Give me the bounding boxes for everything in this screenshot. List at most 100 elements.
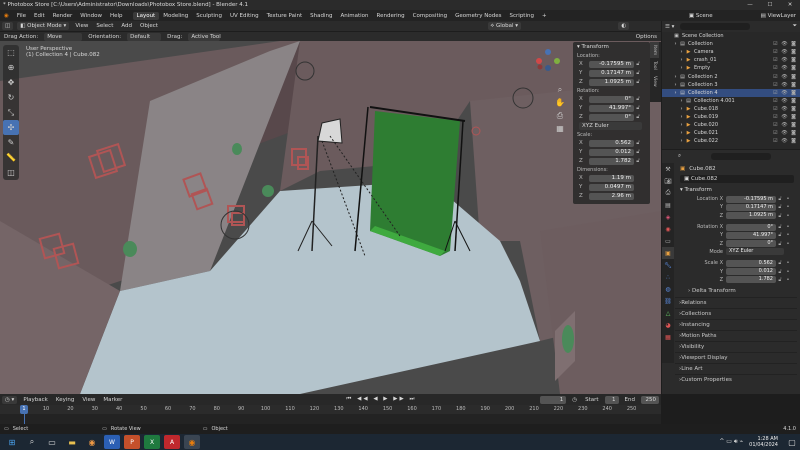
visibility-toggle-icons[interactable]: ☑ 👁︎ ◙ — [773, 74, 800, 80]
scene-tab-icon[interactable]: ◈ — [662, 211, 674, 223]
workspace-tab-sculpting[interactable]: Sculpting — [192, 12, 226, 20]
select-box-tool-icon[interactable]: ⬚ — [3, 45, 19, 60]
workspace-tab-modeling[interactable]: Modeling — [159, 12, 192, 20]
prop-scale-y-value[interactable]: 0.012 — [726, 268, 776, 276]
menu-edit[interactable]: Edit — [30, 13, 49, 19]
rotation-y-value[interactable]: 41.997° — [589, 104, 634, 112]
prop-rotation-y-value[interactable]: 41.997° — [726, 231, 776, 239]
location-z-value[interactable]: 1.0925 m — [589, 78, 634, 86]
prop-scale-z-value[interactable]: 1.782 — [726, 276, 776, 284]
tool-tab-icon[interactable]: ⚒ — [662, 163, 674, 175]
stopwatch-icon[interactable]: ◷ — [568, 397, 581, 403]
outliner-row[interactable]: › ▤ Collection ☑ 👁︎ ◙ — [662, 40, 800, 48]
annotate-tool-icon[interactable]: ✎ — [3, 135, 19, 150]
lock-icon[interactable]: 🔓︎ — [634, 149, 642, 156]
npanel-location-x[interactable]: X -0.17595 m 🔓︎ — [579, 60, 642, 68]
visibility-toggle-icons[interactable]: ☑ 👁︎ ◙ — [773, 106, 800, 112]
prop-rotation-z-value[interactable]: 0° — [726, 240, 776, 248]
location-y-value[interactable]: 0.17147 m — [589, 69, 634, 77]
workspace-tab-texture-paint[interactable]: Texture Paint — [263, 12, 307, 20]
constraints-tab-icon[interactable]: ⛓︎ — [662, 295, 674, 307]
prop-location-x-value[interactable]: -0.17595 m — [726, 195, 776, 203]
prop-location-y[interactable]: Y 0.17147 m 🔓︎ • — [674, 203, 800, 211]
rotation-mode-dropdown[interactable]: XYZ Euler — [726, 248, 784, 256]
workspace-tab-scripting[interactable]: Scripting — [506, 12, 538, 20]
move-tool-icon[interactable]: ✥ — [3, 75, 19, 90]
close-icon[interactable]: ✕ — [780, 2, 800, 8]
lock-icon[interactable]: 🔓︎ — [634, 158, 642, 165]
task-view-icon[interactable]: ▭ — [44, 435, 60, 449]
prop-location-y-value[interactable]: 0.17147 m — [726, 203, 776, 211]
prop-rotation-mode[interactable]: Mode XYZ Euler — [674, 248, 800, 256]
perspective-toggle-icon[interactable]: ▦ — [554, 122, 566, 135]
disclosure-chevron-icon[interactable]: › — [672, 74, 679, 80]
keyframe-dot-icon[interactable]: • — [784, 269, 792, 275]
keyframe-dot-icon[interactable]: • — [784, 196, 792, 202]
add-cube-tool-icon[interactable]: ◫ — [3, 165, 19, 180]
outliner-row[interactable]: › ▶ Cube.019 ☑ 👁︎ ◙ — [662, 113, 800, 121]
properties-section-header[interactable]: › Custom Properties — [675, 373, 797, 385]
workspace-tab-rendering[interactable]: Rendering — [373, 12, 409, 20]
lock-icon[interactable]: 🔓︎ — [634, 105, 642, 112]
menu-file[interactable]: File — [13, 13, 30, 19]
camera-view-icon[interactable]: ⎙ — [554, 109, 566, 122]
npanel-rotation-z[interactable]: Z 0° 🔓︎ — [579, 113, 642, 121]
sidebar-tab-item[interactable]: Item — [650, 42, 659, 59]
scale-x-value[interactable]: 0.562 — [589, 139, 634, 147]
lock-icon[interactable]: 🔓︎ — [776, 196, 784, 202]
lock-icon[interactable]: 🔓︎ — [776, 277, 784, 283]
prop-rotation-x-value[interactable]: 0° — [726, 223, 776, 231]
disclosure-chevron-icon[interactable]: › — [678, 106, 685, 112]
disclosure-chevron-icon[interactable]: › — [678, 98, 685, 104]
outliner-row[interactable]: › ▤ Collection 2 ☑ 👁︎ ◙ — [662, 72, 800, 80]
properties-section-header[interactable]: › Relations — [675, 296, 797, 308]
outliner-row[interactable]: ▣ Scene Collection — [662, 32, 800, 40]
properties-section-header[interactable]: › Visibility — [675, 340, 797, 352]
keyframe-dot-icon[interactable]: • — [784, 224, 792, 230]
visibility-toggle-icons[interactable]: ☑ 👁︎ ◙ — [773, 49, 800, 55]
outliner-row[interactable]: › ▶ Camera ☑ 👁︎ ◙ — [662, 48, 800, 56]
options-menu[interactable]: Options — [632, 34, 661, 40]
timeline-editor-type-icon[interactable]: ◷ ▾ — [2, 395, 18, 404]
add-menu[interactable]: Add — [117, 23, 136, 29]
lock-icon[interactable]: 🔓︎ — [634, 96, 642, 103]
scale-z-value[interactable]: 1.782 — [589, 157, 634, 165]
output-tab-icon[interactable]: ⎙ — [662, 187, 674, 199]
workspace-tab-animation[interactable]: Animation — [336, 12, 372, 20]
lock-icon[interactable]: 🔓︎ — [634, 61, 642, 68]
data-tab-icon[interactable]: △ — [662, 307, 674, 319]
end-frame-field[interactable]: 250 — [641, 395, 659, 404]
disclosure-chevron-icon[interactable]: › — [678, 57, 685, 63]
disclosure-chevron-icon[interactable]: › — [678, 130, 685, 136]
properties-section-header[interactable]: › Collections — [675, 307, 797, 319]
menu-render[interactable]: Render — [49, 13, 77, 19]
outliner-row[interactable]: › ▶ Cube.020 ☑ 👁︎ ◙ — [662, 121, 800, 129]
lock-icon[interactable]: 🔓︎ — [776, 204, 784, 210]
properties-section-header[interactable]: › Line Art — [675, 362, 797, 374]
orientation-dropdown[interactable]: Default — [127, 32, 162, 41]
properties-section-header[interactable]: › Motion Paths — [675, 329, 797, 341]
properties-transform-header[interactable]: ▾ Transform — [662, 185, 800, 195]
visibility-toggle-icons[interactable]: ☑ 👁︎ ◙ — [773, 41, 800, 47]
lock-icon[interactable]: 🔓︎ — [634, 70, 642, 77]
prop-rotation-x[interactable]: Rotation X 0° 🔓︎ • — [674, 223, 800, 231]
timeline-ruler[interactable]: 1 10 20 30 40 50 60 70 80 90 100 110 120 130 140 150 16… — [0, 405, 661, 424]
visibility-toggle-icons[interactable]: ☑ 👁︎ ◙ — [773, 114, 800, 120]
prop-location-z[interactable]: Z 1.0925 m 🔓︎ • — [674, 212, 800, 220]
rotate-tool-icon[interactable]: ↻ — [3, 90, 19, 105]
outliner-row[interactable]: › ▶ Empty ☑ 👁︎ ◙ — [662, 64, 800, 72]
visibility-toggle-icons[interactable]: ☑ 👁︎ ◙ — [773, 57, 800, 63]
timeline-menu-marker[interactable]: Marker — [99, 397, 126, 403]
location-x-value[interactable]: -0.17595 m — [589, 60, 634, 68]
workspace-tab-layout[interactable]: Layout — [132, 11, 160, 20]
add-workspace-icon[interactable]: + — [538, 13, 551, 19]
lock-icon[interactable]: 🔓︎ — [776, 260, 784, 266]
workspace-tab-geometry-nodes[interactable]: Geometry Nodes — [451, 12, 505, 20]
properties-search-input[interactable] — [711, 152, 772, 160]
prop-scale-y[interactable]: Y 0.012 🔓︎ • — [674, 267, 800, 276]
minimize-icon[interactable]: — — [740, 2, 760, 8]
visibility-toggle-icons[interactable]: ☑ 👁︎ ◙ — [773, 65, 800, 71]
keyframe-dot-icon[interactable]: • — [784, 204, 792, 210]
material-tab-icon[interactable]: ◕ — [662, 319, 674, 331]
npanel-rotation-x[interactable]: X 0° 🔓︎ — [579, 95, 642, 103]
